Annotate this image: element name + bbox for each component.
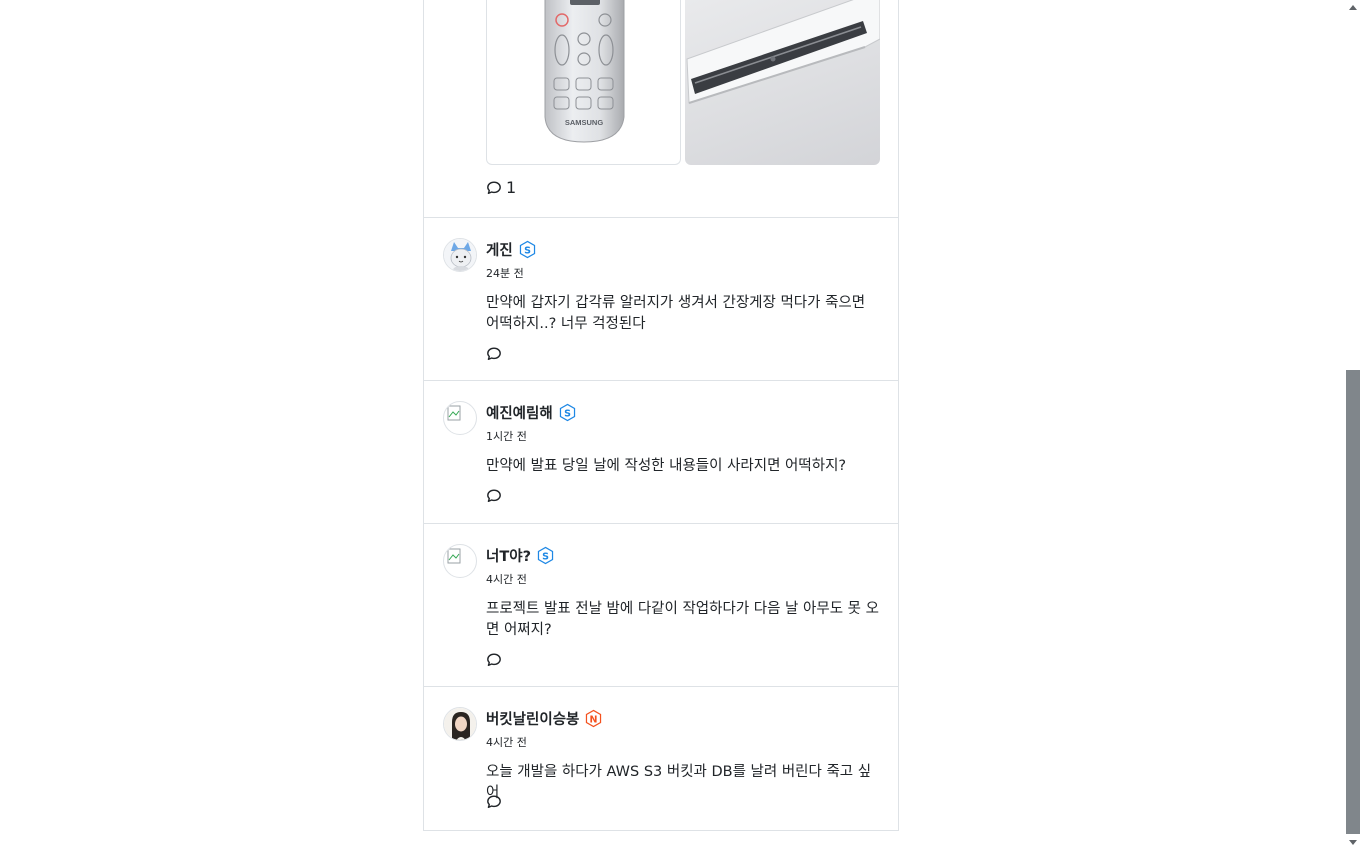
post-time: 1시간 전 xyxy=(486,430,527,443)
speech-bubble-icon[interactable] xyxy=(486,652,502,668)
remote-control-image: SAMSUNG xyxy=(544,0,625,143)
avatar-image xyxy=(444,708,476,740)
comment-count-label: 1 xyxy=(506,178,517,197)
post-time: 24분 전 xyxy=(486,267,524,280)
avatar[interactable] xyxy=(443,707,477,741)
speech-bubble-icon[interactable] xyxy=(486,488,502,504)
post-card[interactable]: 너T야? S 4시간 전 프로젝트 발표 전날 밤에 다같이 작업하다가 다음 … xyxy=(424,524,898,687)
badge-letter: S xyxy=(524,245,531,256)
avatar[interactable] xyxy=(443,544,477,578)
scrollbar-thumb[interactable] xyxy=(1346,370,1360,834)
speech-bubble-icon[interactable] xyxy=(486,794,502,810)
post-content[interactable]: 만약에 갑자기 갑각류 알러지가 생겨서 간장게장 먹다가 죽으면 어떡하지..… xyxy=(486,293,882,335)
post-image-grid: SAMSUNG xyxy=(486,0,880,165)
scroll-down-arrow-icon[interactable] xyxy=(1349,840,1357,845)
badge-letter: S xyxy=(564,408,571,419)
post-card[interactable]: 예진예림해 S 1시간 전 만약에 발표 당일 날에 작성한 내용들이 사라지면… xyxy=(424,381,898,524)
avatar-image xyxy=(444,239,476,271)
badge-letter: S xyxy=(542,551,549,562)
hexagon-badge-icon: S xyxy=(559,403,575,422)
post-feed: SAMSUNG 1 게진 S 24분 전 만약에 갑자기 갑각류 알러지가 생겨… xyxy=(423,0,899,831)
comment-count[interactable]: 1 xyxy=(486,178,516,197)
post-author[interactable]: 예진예림해 S xyxy=(486,402,577,423)
avatar[interactable] xyxy=(443,401,477,435)
post-author[interactable]: 너T야? S xyxy=(486,545,555,566)
post-author[interactable]: 게진 S xyxy=(486,239,537,260)
remote-brand-label: SAMSUNG xyxy=(565,118,604,127)
post-time: 4시간 전 xyxy=(486,573,527,586)
author-name[interactable]: 게진 xyxy=(486,239,513,260)
post-card[interactable]: 게진 S 24분 전 만약에 갑자기 갑각류 알러지가 생겨서 간장게장 먹다가… xyxy=(424,218,898,381)
badge-letter: N xyxy=(590,714,598,725)
speech-bubble-icon[interactable] xyxy=(486,346,502,362)
post-card[interactable]: SAMSUNG 1 xyxy=(424,0,898,218)
post-image-remote[interactable]: SAMSUNG xyxy=(486,0,681,165)
author-name[interactable]: 버킷날린이승봉 xyxy=(486,708,579,729)
hexagon-badge-icon: S xyxy=(519,240,535,259)
speech-bubble-icon xyxy=(487,181,501,194)
hexagon-badge-icon: N xyxy=(586,709,602,728)
post-content[interactable]: 프로젝트 발표 전날 밤에 다같이 작업하다가 다음 날 아무도 못 오면 어쩌… xyxy=(486,599,882,641)
author-name[interactable]: 너T야? xyxy=(486,545,531,566)
page-scrollbar[interactable] xyxy=(1345,0,1360,850)
post-author[interactable]: 버킷날린이승봉 N xyxy=(486,708,603,729)
broken-image-icon xyxy=(447,548,461,564)
post-image-aircon[interactable] xyxy=(685,0,880,165)
author-name[interactable]: 예진예림해 xyxy=(486,402,553,423)
broken-image-icon xyxy=(447,405,461,421)
scroll-up-arrow-icon[interactable] xyxy=(1349,5,1357,10)
post-content[interactable]: 오늘 개발을 하다가 AWS S3 버킷과 DB를 날려 버린다 죽고 싶어 xyxy=(486,762,882,804)
post-content[interactable]: 만약에 발표 당일 날에 작성한 내용들이 사라지면 어떡하지? xyxy=(486,456,882,477)
hexagon-badge-icon: S xyxy=(537,546,554,565)
post-card[interactable]: 버킷날린이승봉 N 4시간 전 오늘 개발을 하다가 AWS S3 버킷과 DB… xyxy=(424,687,898,831)
post-time: 4시간 전 xyxy=(486,736,527,749)
aircon-image xyxy=(686,0,880,104)
avatar[interactable] xyxy=(443,238,477,272)
